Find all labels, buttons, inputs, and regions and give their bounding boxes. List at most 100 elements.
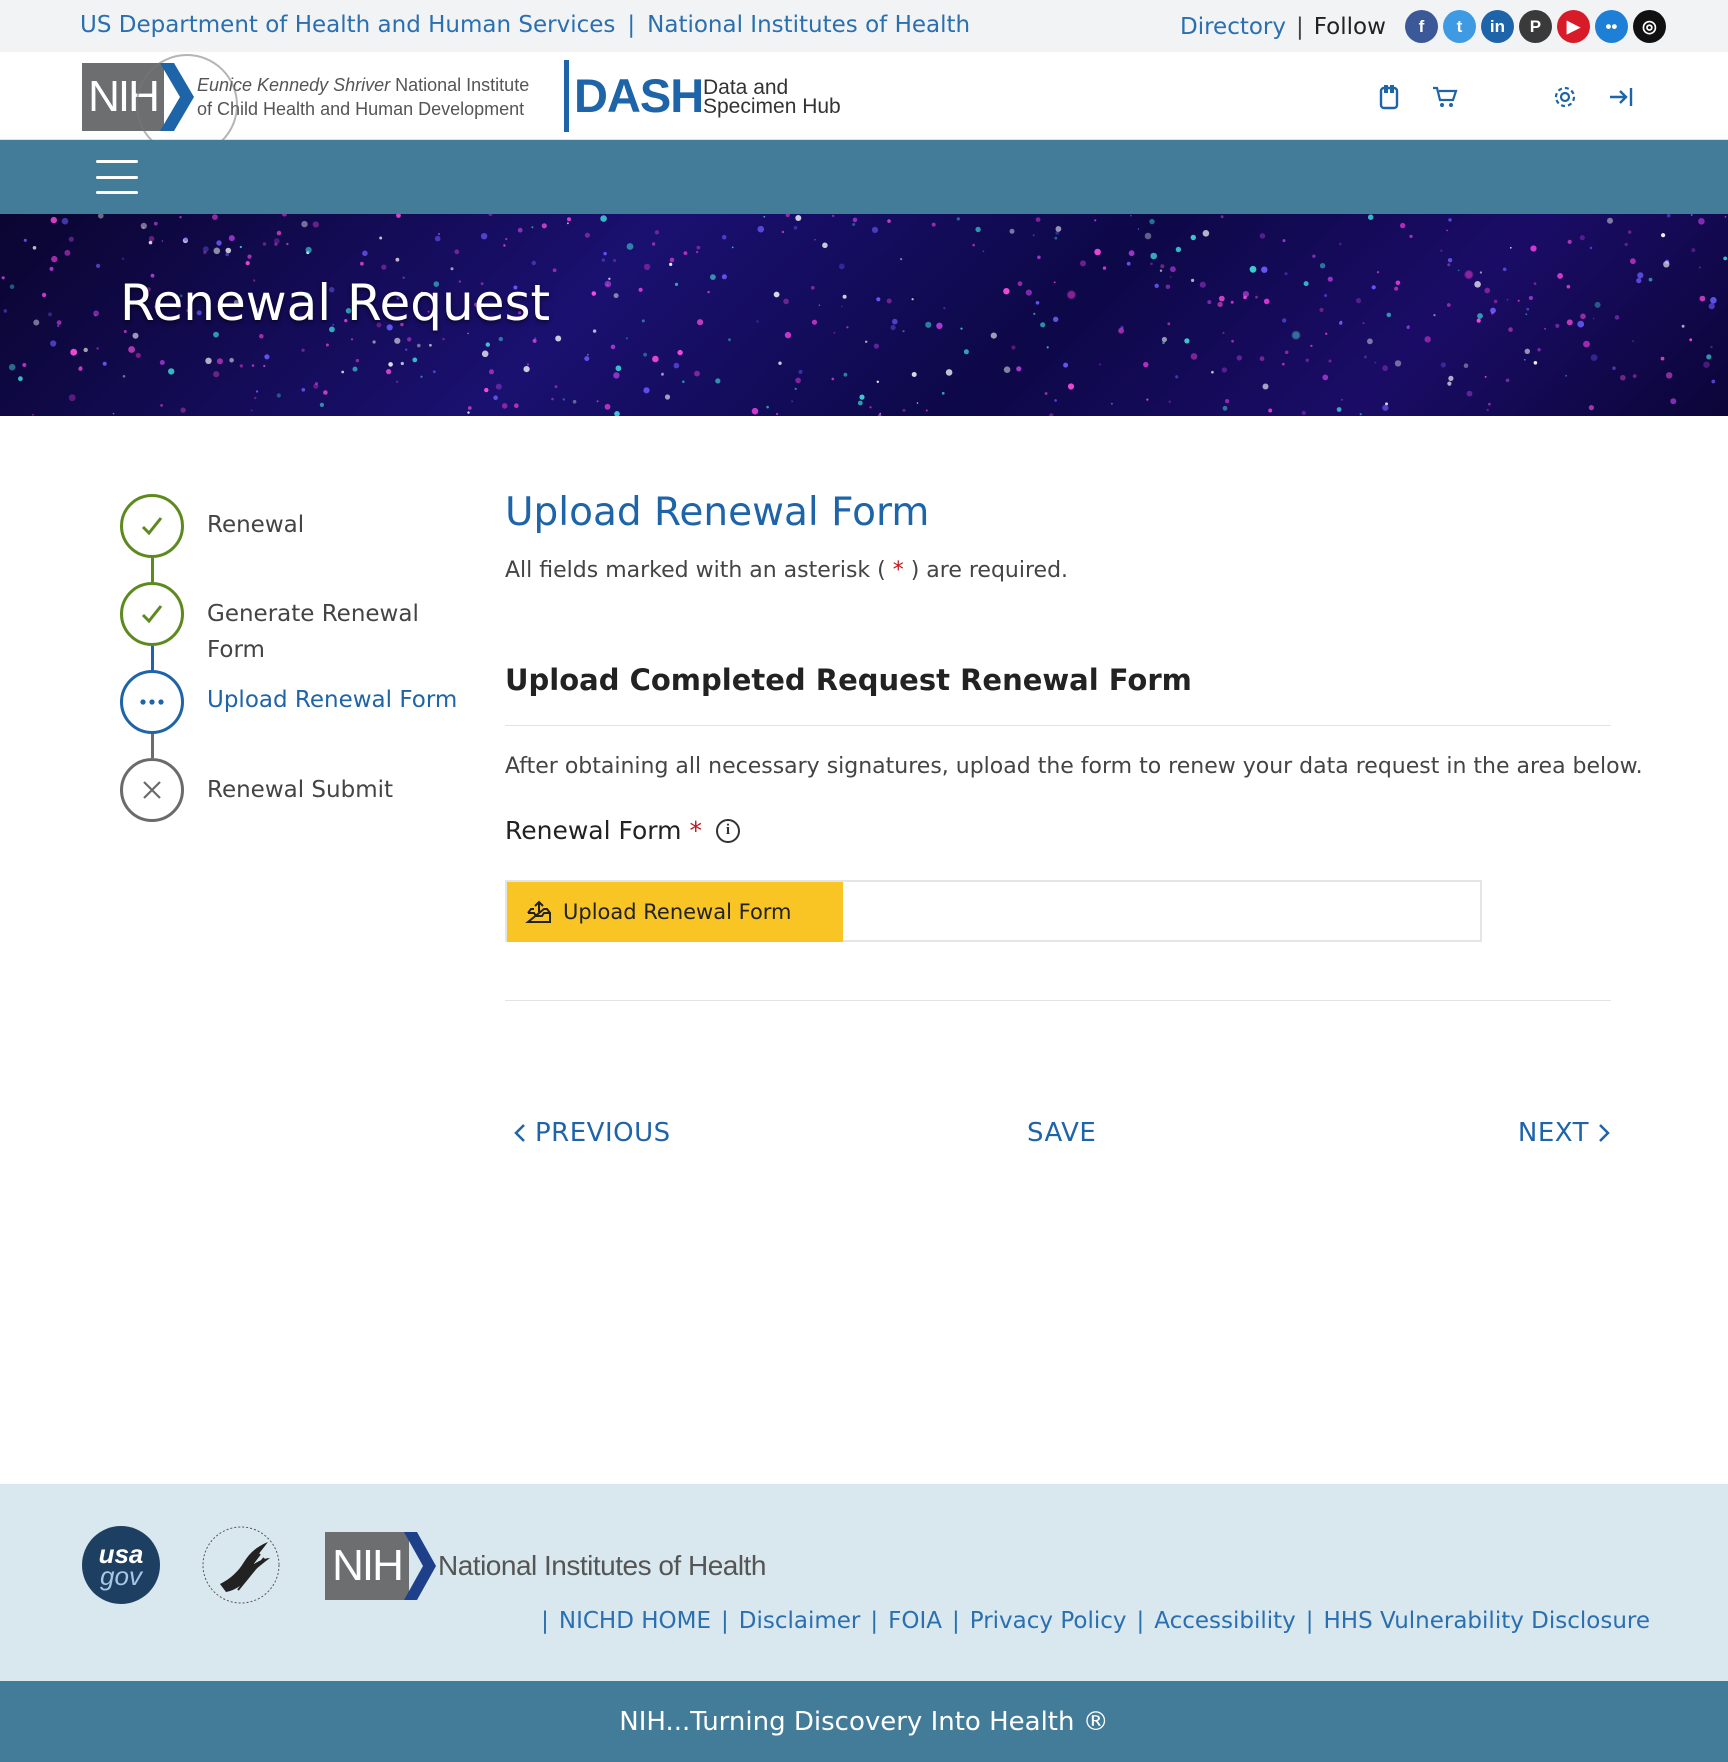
hero-dot: [148, 235, 155, 242]
footer-link[interactable]: FOIA: [888, 1608, 942, 1634]
selected-file-field[interactable]: [843, 882, 1480, 940]
hero-dot: [1310, 344, 1313, 348]
hero-dot: [1636, 278, 1642, 284]
hero-dot: [319, 402, 324, 407]
hero-dot: [484, 387, 489, 393]
hero-dot: [1589, 246, 1593, 250]
hero-dot: [936, 322, 943, 329]
nichd-logo-text[interactable]: Eunice Kennedy Shriver National Institut…: [197, 73, 529, 121]
hero-dot: [1565, 374, 1568, 377]
section-title: Upload Completed Request Renewal Form: [505, 663, 1192, 697]
hero-dot: [541, 223, 547, 229]
nih-link[interactable]: National Institutes of Health: [647, 12, 970, 38]
separator: |: [951, 1608, 960, 1634]
hero-dot: [1282, 239, 1286, 243]
hero-dot: [94, 314, 97, 317]
login-icon[interactable]: [1607, 82, 1637, 112]
hero-dot: [312, 221, 319, 228]
hero-dot: [1666, 372, 1673, 379]
hero-dot: [673, 362, 680, 369]
usagov-logo[interactable]: usa gov: [82, 1526, 160, 1604]
flickr-icon[interactable]: ••: [1594, 10, 1628, 43]
hero-dot: [1632, 340, 1634, 342]
facebook-icon[interactable]: f: [1404, 10, 1438, 43]
hero-dot: [1218, 295, 1225, 302]
step-complete-indicator: [120, 494, 184, 558]
dash-logo-bar: [564, 60, 569, 132]
footer-link[interactable]: NICHD HOME: [559, 1608, 711, 1634]
hero-dot: [432, 370, 436, 374]
hero-dot: [625, 337, 628, 340]
hero-dot: [1130, 214, 1132, 217]
hero-dot: [205, 357, 212, 364]
upload-renewal-form-button[interactable]: Upload Renewal Form: [507, 882, 843, 942]
renewal-form-label: Renewal Form * i: [505, 816, 740, 845]
hero-dot: [1221, 367, 1228, 373]
hero-dot: [394, 337, 401, 344]
hero-dot: [1199, 281, 1206, 288]
directory-link[interactable]: Directory: [1180, 14, 1286, 40]
footer-nih-logo[interactable]: NIH: [325, 1532, 409, 1600]
youtube-icon[interactable]: ▶: [1556, 10, 1590, 43]
hero-dot: [1149, 218, 1155, 225]
hero-dot: [1120, 326, 1124, 329]
hero-dot: [1319, 263, 1326, 269]
hero-dot: [1394, 286, 1399, 291]
hero-dot: [1409, 234, 1413, 238]
hero-dot: [1268, 408, 1273, 413]
bookmark-icon[interactable]: [1374, 82, 1404, 112]
hero-dot: [68, 236, 74, 242]
hero-dot: [643, 387, 650, 394]
hero-dot: [168, 368, 175, 375]
hero-dot: [613, 293, 619, 299]
hero-dot: [682, 380, 685, 383]
hero-dot: [1055, 226, 1062, 232]
settings-icon[interactable]: [1550, 82, 1580, 112]
menu-icon[interactable]: [96, 160, 138, 194]
hero-dot: [274, 242, 278, 246]
next-button[interactable]: NEXT: [1518, 1118, 1611, 1148]
info-icon[interactable]: i: [716, 818, 740, 843]
save-button[interactable]: SAVE: [1027, 1118, 1096, 1148]
footer-link[interactable]: Privacy Policy: [970, 1608, 1127, 1634]
hero-dot: [1666, 214, 1671, 218]
hero-dot: [1367, 214, 1374, 220]
hero-dot: [485, 342, 490, 347]
instagram-icon[interactable]: ◎: [1632, 10, 1666, 43]
hero-dot: [1325, 332, 1328, 335]
footer-link[interactable]: Disclaimer: [739, 1608, 861, 1634]
hero-dot: [48, 312, 52, 317]
hero-dot: [1448, 375, 1454, 381]
previous-button[interactable]: PREVIOUS: [513, 1118, 671, 1148]
footer-link[interactable]: HHS Vulnerability Disclosure: [1324, 1608, 1650, 1634]
dash-logo[interactable]: DASH: [574, 68, 704, 123]
hero-dot: [239, 245, 242, 249]
hero-dot: [1486, 408, 1489, 412]
hero-dot: [442, 337, 445, 341]
hero-dot: [696, 245, 701, 250]
hhs-link[interactable]: US Department of Health and Human Servic…: [80, 12, 615, 38]
linkedin-icon[interactable]: in: [1480, 10, 1514, 43]
follow-area: Directory | Follow f t in P ▶ •• ◎: [1180, 10, 1666, 43]
hero-dot: [276, 393, 281, 398]
hero-dot: [1150, 252, 1157, 260]
hero-dot: [1191, 278, 1195, 282]
twitter-icon[interactable]: t: [1442, 10, 1476, 43]
hero-dot: [216, 358, 223, 365]
hero-dot: [1168, 400, 1171, 403]
hero-dot: [50, 216, 57, 224]
hero-dot: [603, 251, 607, 256]
hero-dot: [900, 258, 903, 261]
pinterest-icon[interactable]: P: [1518, 10, 1552, 43]
hero-dot: [301, 388, 306, 392]
hero-dot: [1303, 281, 1309, 287]
hero-dot: [263, 364, 266, 368]
cart-icon[interactable]: [1430, 82, 1460, 112]
hero-dot: [876, 297, 881, 302]
footer-link[interactable]: Accessibility: [1154, 1608, 1296, 1634]
hero-dot: [587, 353, 589, 356]
hero-dot: [857, 400, 863, 406]
check-icon: [141, 605, 163, 624]
hhs-seal-icon[interactable]: [200, 1524, 282, 1606]
hero-dot: [467, 332, 469, 335]
